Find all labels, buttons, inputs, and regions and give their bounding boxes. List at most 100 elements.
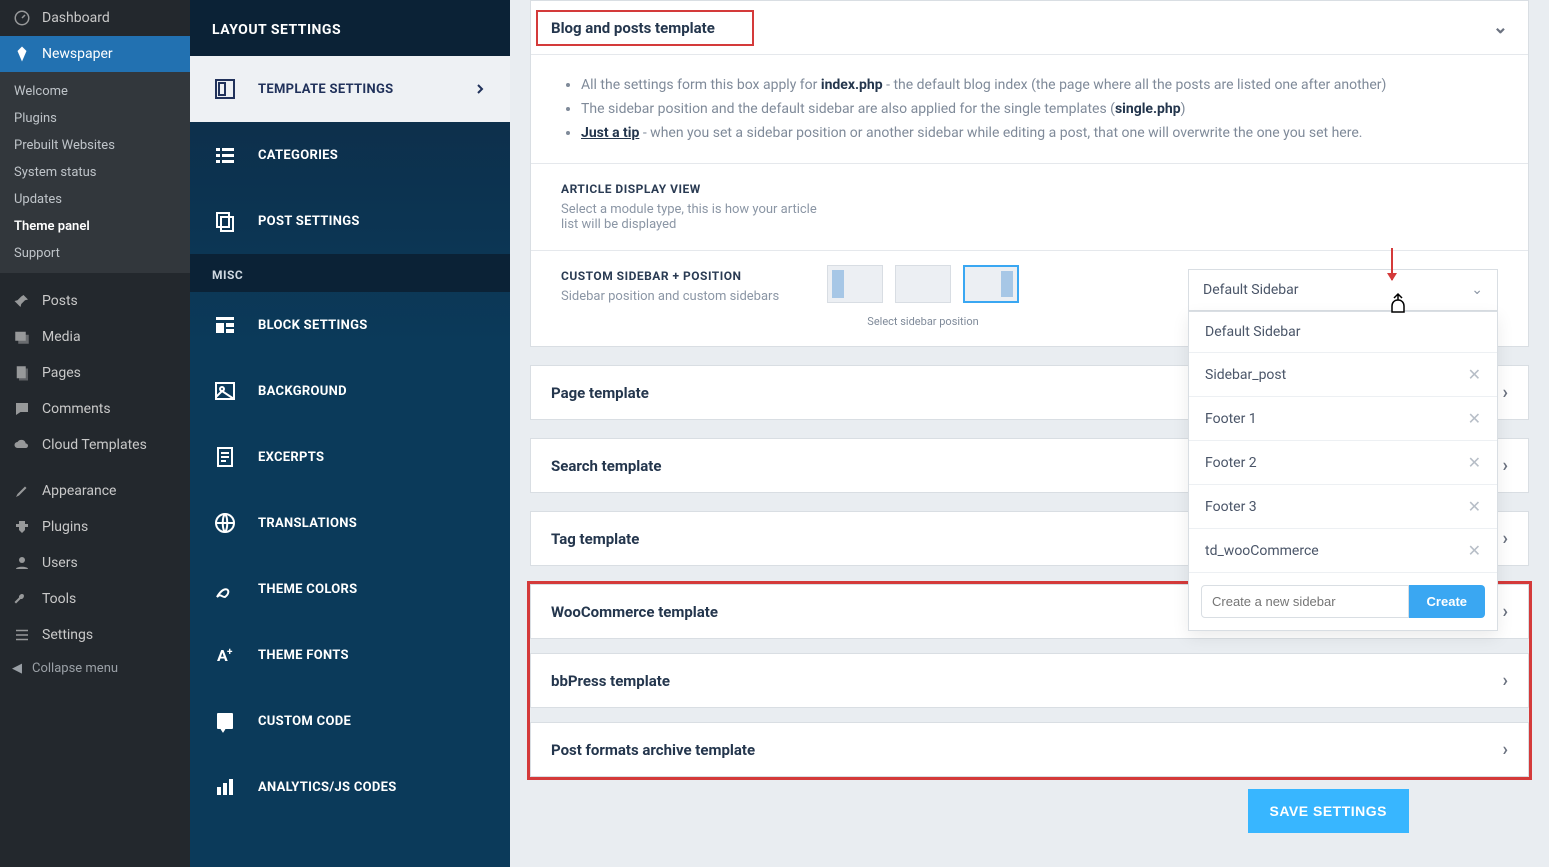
wp-admin-sidebar: Dashboard Newspaper Welcome Plugins Preb… (0, 0, 190, 867)
panel-label: THEME COLORS (258, 582, 357, 597)
panel-template-settings[interactable]: TEMPLATE SETTINGS (190, 56, 510, 122)
info-line-2: The sidebar position and the default sid… (581, 97, 1498, 121)
sub-system-status[interactable]: System status (0, 159, 190, 186)
info-line-1: All the settings form this box apply for… (581, 73, 1498, 97)
media-icon (12, 327, 32, 347)
pin-icon (12, 291, 32, 311)
comment-icon (12, 399, 32, 419)
card-blog-posts-template: Blog and posts template ⌄ All the settin… (530, 0, 1529, 347)
globe-icon (212, 510, 238, 536)
panel-label: EXCERPTS (258, 450, 324, 465)
nav-comments[interactable]: Comments (0, 391, 190, 427)
dd-create-row: Create (1189, 573, 1497, 630)
dd-item-default[interactable]: Default Sidebar (1189, 312, 1497, 353)
nav-pages[interactable]: Pages (0, 355, 190, 391)
panel-header: LAYOUT SETTINGS (190, 0, 510, 56)
collapse-icon: ◀ (12, 661, 22, 676)
create-sidebar-button[interactable]: Create (1409, 585, 1485, 618)
nav-label: Plugins (42, 519, 88, 535)
panel-theme-fonts[interactable]: A+THEME FONTS (190, 622, 510, 688)
page-icon (12, 363, 32, 383)
sub-updates[interactable]: Updates (0, 186, 190, 213)
pos-caption: Select sidebar position (867, 315, 978, 328)
nav-cloud-templates[interactable]: Cloud Templates (0, 427, 190, 463)
panel-label: BACKGROUND (258, 384, 347, 399)
panel-label: TEMPLATE SETTINGS (258, 82, 393, 97)
cloud-icon (12, 435, 32, 455)
nav-posts[interactable]: Posts (0, 283, 190, 319)
create-sidebar-input[interactable] (1201, 585, 1409, 618)
blocks-icon (212, 312, 238, 338)
diamond-icon (12, 44, 32, 64)
pos-right[interactable] (963, 265, 1019, 303)
nav-newspaper[interactable]: Newspaper (0, 36, 190, 72)
sidebar-dropdown-wrap: Default Sidebar ⌄ Default Sidebar Sideba… (1188, 269, 1498, 311)
nav-newspaper-sub: Welcome Plugins Prebuilt Websites System… (0, 72, 190, 273)
nav-label: Settings (42, 627, 93, 643)
panel-excerpts[interactable]: EXCERPTS (190, 424, 510, 490)
dd-item-td-woocommerce[interactable]: td_wooCommerce✕ (1189, 529, 1497, 573)
nav-plugins[interactable]: Plugins (0, 509, 190, 545)
nav-label: Cloud Templates (42, 437, 147, 453)
close-icon[interactable]: ✕ (1468, 453, 1481, 472)
chevron-right-icon: › (1503, 739, 1508, 760)
nav-label: Appearance (42, 483, 116, 499)
nav-media[interactable]: Media (0, 319, 190, 355)
dd-item-footer-1[interactable]: Footer 1✕ (1189, 397, 1497, 441)
chevron-down-icon: ⌄ (1493, 17, 1508, 38)
accordion-header[interactable]: bbPress template› (531, 654, 1528, 707)
close-icon[interactable]: ✕ (1468, 409, 1481, 428)
accordion-title: Blog and posts template (537, 11, 753, 45)
nav-tools[interactable]: Tools (0, 581, 190, 617)
card-bbpress-template: bbPress template› (530, 653, 1529, 708)
panel-label: CUSTOM CODE (258, 714, 351, 729)
sub-welcome[interactable]: Welcome (0, 78, 190, 105)
nav-settings[interactable]: Settings (0, 617, 190, 653)
user-icon (12, 553, 32, 573)
wrench-icon (12, 589, 32, 609)
save-settings-button[interactable]: SAVE SETTINGS (1248, 789, 1409, 833)
gauge-icon (12, 8, 32, 28)
dd-item-sidebar-post[interactable]: Sidebar_post✕ (1189, 353, 1497, 397)
sub-theme-panel[interactable]: Theme panel (0, 213, 190, 240)
close-icon[interactable]: ✕ (1468, 541, 1481, 560)
panel-theme-colors[interactable]: THEME COLORS (190, 556, 510, 622)
panel-background[interactable]: BACKGROUND (190, 358, 510, 424)
sidebar-dropdown[interactable]: Default Sidebar ⌄ (1188, 269, 1498, 311)
panel-analytics[interactable]: ANALYTICS/JS CODES (190, 754, 510, 820)
sub-support[interactable]: Support (0, 240, 190, 267)
panel-translations[interactable]: TRANSLATIONS (190, 490, 510, 556)
custom-sidebar-position: CUSTOM SIDEBAR + POSITION Sidebar positi… (531, 250, 1528, 346)
panel-post-settings[interactable]: POST SETTINGS (190, 188, 510, 254)
nav-label: Media (42, 329, 81, 345)
pos-left[interactable] (827, 265, 883, 303)
plug-icon (12, 517, 32, 537)
nav-dashboard[interactable]: Dashboard (0, 0, 190, 36)
panel-categories[interactable]: CATEGORIES (190, 122, 510, 188)
nav-label: Users (42, 555, 78, 571)
pos-none[interactable] (895, 265, 951, 303)
panel-label: CATEGORIES (258, 148, 338, 163)
close-icon[interactable]: ✕ (1468, 365, 1481, 384)
collapse-menu[interactable]: ◀ Collapse menu (0, 653, 190, 684)
sub-plugins[interactable]: Plugins (0, 105, 190, 132)
chevron-right-icon: › (1503, 382, 1508, 403)
accordion-header-blog[interactable]: Blog and posts template ⌄ (531, 1, 1528, 54)
dd-item-footer-2[interactable]: Footer 2✕ (1189, 441, 1497, 485)
nav-users[interactable]: Users (0, 545, 190, 581)
sub-prebuilt[interactable]: Prebuilt Websites (0, 132, 190, 159)
dd-item-footer-3[interactable]: Footer 3✕ (1189, 485, 1497, 529)
collapse-label: Collapse menu (32, 661, 118, 676)
font-icon: A+ (212, 642, 238, 668)
csp-desc: Sidebar position and custom sidebars (561, 289, 821, 304)
card-post-formats-archive: Post formats archive template› (530, 722, 1529, 777)
panel-label: BLOCK SETTINGS (258, 318, 368, 333)
sliders-icon (12, 625, 32, 645)
panel-block-settings[interactable]: BLOCK SETTINGS (190, 292, 510, 358)
close-icon[interactable]: ✕ (1468, 497, 1481, 516)
accordion-header[interactable]: Post formats archive template› (531, 723, 1528, 776)
panel-label: ANALYTICS/JS CODES (258, 780, 397, 795)
nav-appearance[interactable]: Appearance (0, 473, 190, 509)
panel-custom-code[interactable]: CUSTOM CODE (190, 688, 510, 754)
nav-label: Dashboard (42, 10, 110, 26)
